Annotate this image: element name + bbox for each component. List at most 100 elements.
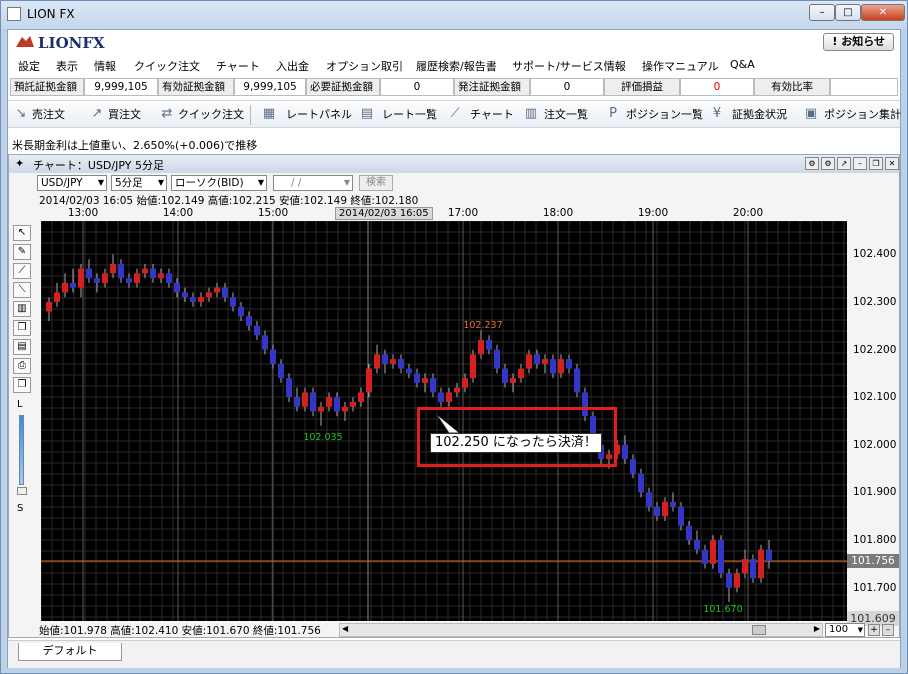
position-sum-button[interactable]: ポジション集計 [824, 105, 901, 125]
grid-tool-icon[interactable]: ▥ [13, 301, 31, 317]
panel-tool-icon[interactable]: ▤ [13, 339, 31, 355]
candle-down [430, 378, 436, 393]
chart-restore-icon[interactable]: ❐ [869, 157, 883, 170]
candle-down [222, 287, 228, 298]
candle-down [238, 306, 244, 317]
price-tick: 102.000 [853, 438, 897, 451]
quick-order-button[interactable]: クイック注文 [178, 105, 244, 125]
candle-down [630, 459, 636, 474]
fib-tool-icon[interactable]: ⟍ [13, 282, 31, 298]
chart-minimize-icon[interactable]: – [853, 157, 867, 170]
workspace-tabs: デフォルト [8, 640, 900, 668]
candle-up [734, 573, 740, 588]
candle-down [382, 354, 388, 364]
candle-down [694, 540, 700, 550]
rate-list-button[interactable]: レート一覧 [382, 105, 437, 125]
chart-settings-icon[interactable]: ⚙ [805, 157, 819, 170]
candle-up [662, 501, 668, 517]
search-button[interactable]: 検索 [359, 175, 393, 191]
candle-up [62, 282, 68, 293]
menu-options[interactable]: オプション取引 [326, 58, 403, 74]
notify-button[interactable]: ! お知らせ [823, 33, 894, 51]
zoom-out-button[interactable]: – [882, 624, 894, 636]
minimize-button[interactable]: – [809, 4, 835, 21]
copy-tool-icon[interactable]: ❐ [13, 377, 31, 393]
candle-down [638, 473, 644, 493]
ohlc-summary: 始値:101.978 高値:102.410 安値:101.670 終値:101.… [39, 625, 321, 637]
print-tool-icon[interactable]: ⎙ [13, 358, 31, 374]
size-large-label: L [17, 399, 23, 410]
candle-down [70, 282, 76, 288]
chart-scrollbar[interactable]: ◀ ▶ [339, 623, 823, 637]
price-axis: 102.400 102.300 102.200 102.100 102.000 101.9… [847, 221, 899, 631]
brand-logo: LIONFX [38, 34, 105, 52]
position-list-button[interactable]: ポジション一覧 [626, 105, 703, 125]
trend-tool-icon[interactable]: ⟋ [13, 263, 31, 279]
candle-down [438, 392, 444, 402]
menu-support[interactable]: サポート/サービス情報 [512, 58, 626, 74]
candle-down [278, 363, 284, 379]
chart-close-icon[interactable]: ✕ [885, 157, 899, 170]
menu-settings[interactable]: 設定 [18, 58, 40, 74]
maximize-button[interactable]: □ [835, 4, 861, 21]
candle-down [246, 316, 252, 326]
order-list-button[interactable]: 注文一覧 [544, 105, 588, 125]
toolbar-separator [250, 105, 251, 125]
menu-history[interactable]: 履歴検索/報告書 [416, 58, 497, 74]
chart-popout-icon[interactable]: ↗ [837, 157, 851, 170]
yen-icon: ¥ [712, 106, 722, 121]
menu-info[interactable]: 情報 [94, 58, 116, 74]
zoom-in-button[interactable]: + [868, 624, 880, 636]
candle-down [654, 506, 660, 517]
candle-down [566, 359, 572, 369]
scroll-right-icon[interactable]: ▶ [814, 624, 820, 633]
candle-up [710, 540, 716, 564]
candle-up [78, 268, 84, 288]
ohlc-readout: 2014/02/03 16:05 始値:102.149 高値:102.215 安… [39, 195, 419, 207]
chevron-down-icon: ▼ [97, 178, 104, 187]
zoom-select[interactable]: 100 ▼ [825, 623, 865, 637]
pen-tool-icon[interactable]: ✎ [13, 244, 31, 260]
cursor-tool-icon[interactable]: ↖ [13, 225, 31, 241]
menu-quick-order[interactable]: クイック注文 [134, 58, 200, 74]
size-slider[interactable] [19, 415, 24, 485]
current-price-tag: 101.756 [847, 554, 899, 568]
candle-down [670, 501, 676, 507]
layers-tool-icon[interactable]: ❒ [13, 320, 31, 336]
tab-default[interactable]: デフォルト [18, 643, 122, 661]
chart-button[interactable]: チャート [470, 105, 514, 125]
menu-chart[interactable]: チャート [216, 58, 260, 74]
required-margin-label: 必要証拠金額 [306, 78, 380, 96]
timeframe-select[interactable]: 5分足 ▼ [111, 175, 167, 191]
margin-status-button[interactable]: 証拠金状況 [732, 105, 787, 125]
app-window: LION FX – □ ✕ LIONFX ! お知らせ 設定 表示 情報 クイッ… [0, 0, 908, 674]
rate-panel-icon: ▦ [262, 106, 276, 121]
scroll-thumb[interactable] [752, 625, 766, 635]
menu-qa[interactable]: Q&A [730, 58, 755, 71]
menu-deposit[interactable]: 入出金 [276, 58, 309, 74]
sell-arrow-icon: ↘ [15, 106, 27, 121]
candle-down [254, 325, 260, 336]
date-input[interactable]: / / ▼ [273, 175, 353, 191]
candle-up [374, 354, 380, 369]
sell-order-button[interactable]: 売注文 [32, 105, 65, 125]
client-area: LIONFX ! お知らせ 設定 表示 情報 クイック注文 チャート 入出金 オ… [7, 29, 901, 668]
scroll-left-icon[interactable]: ◀ [342, 624, 348, 633]
buy-order-button[interactable]: 買注文 [108, 105, 141, 125]
candle-up [510, 378, 516, 383]
candle-up [142, 268, 148, 274]
menu-manual[interactable]: 操作マニュアル [642, 58, 719, 74]
candle-up [558, 359, 564, 374]
close-button[interactable]: ✕ [861, 4, 905, 21]
menu-view[interactable]: 表示 [56, 58, 78, 74]
candle-up [134, 273, 140, 283]
drawing-tools: ↖ ✎ ⟋ ⟍ ▥ ❒ ▤ ⎙ ❐ L S [13, 225, 33, 525]
ratio-label: 有効比率 [754, 78, 830, 96]
size-small-label: S [17, 503, 24, 514]
chart-gear-icon[interactable]: ⚙ [821, 157, 835, 170]
rate-panel-button[interactable]: レートパネル [286, 105, 352, 125]
price-tick: 102.400 [853, 248, 897, 261]
size-slider-thumb[interactable] [17, 487, 27, 495]
chart-type-select[interactable]: ローソク(BID) ▼ [171, 175, 267, 191]
pair-select[interactable]: USD/JPY ▼ [37, 175, 107, 191]
